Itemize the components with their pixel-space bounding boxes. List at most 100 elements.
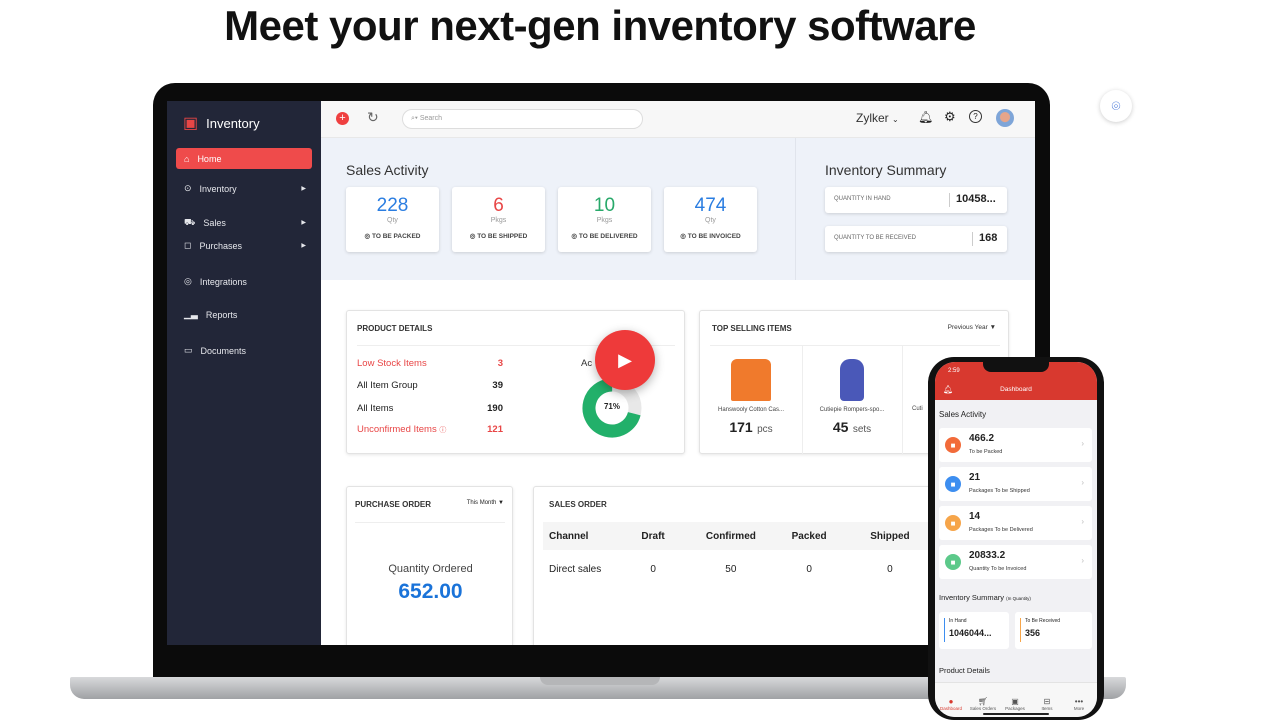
history-icon[interactable]: ↻ bbox=[367, 109, 379, 126]
card-unit: Pkgs bbox=[490, 217, 507, 224]
item-name: Hanswooly Cotton Cas... bbox=[717, 407, 785, 413]
folder-icon: ▭ bbox=[184, 345, 193, 355]
period-dropdown[interactable]: This Month ▼ bbox=[467, 500, 504, 506]
card-label: To be Packed bbox=[969, 449, 1003, 455]
caret-down-icon: ▼ bbox=[498, 500, 504, 506]
item-unit: pcs bbox=[757, 424, 773, 435]
org-switcher[interactable]: Zylker ⌄ bbox=[856, 111, 899, 125]
unconfirmed-row[interactable]: Unconfirmed Items ⓘ 121 bbox=[357, 424, 503, 435]
card-label: TO BE SHIPPED bbox=[477, 233, 528, 240]
panel-title: PURCHASE ORDER bbox=[355, 500, 432, 509]
avatar[interactable] bbox=[996, 109, 1014, 127]
item-unit: sets bbox=[852, 424, 872, 435]
box-icon: ■ bbox=[945, 437, 961, 453]
item-qty: 171 bbox=[729, 419, 753, 435]
chevron-right-icon: › bbox=[1081, 439, 1084, 448]
column-header: Confirmed bbox=[705, 530, 756, 542]
card-value: 14 bbox=[969, 511, 981, 522]
phone-screen: 2:59 🔔︎ Dashboard Sales Activity ■ 466.2… bbox=[935, 362, 1097, 717]
phone-title: Dashboard bbox=[1000, 386, 1032, 393]
label: To Be Received bbox=[1025, 618, 1061, 624]
card-label: TO BE DELIVERED bbox=[578, 233, 638, 240]
caret-right-icon: ▶ bbox=[301, 220, 306, 226]
label: In Hand bbox=[949, 618, 967, 624]
label: Purchases bbox=[199, 240, 243, 251]
label: Reports bbox=[205, 309, 238, 320]
phone-activity-card[interactable]: ■ 20833.2 Quantity To be Invoiced › bbox=[939, 545, 1092, 579]
card-label: TO BE INVOICED bbox=[687, 233, 741, 240]
label: Sales bbox=[203, 217, 226, 228]
cell: 0 bbox=[650, 563, 656, 575]
sidebar-item-sales[interactable]: ⛟ Sales ▶ bbox=[176, 212, 312, 233]
cell: Direct sales bbox=[549, 563, 602, 575]
sales-activity-card[interactable]: 474 Qty ◎ TO BE INVOICED bbox=[664, 187, 757, 252]
card-value: 228 bbox=[376, 195, 409, 216]
panel-title: PRODUCT DETAILS bbox=[357, 324, 433, 333]
top-item[interactable]: Hanswooly Cotton Cas... 171 pcs bbox=[700, 345, 802, 437]
sidebar-item-home[interactable]: ⌂ Home bbox=[176, 148, 312, 169]
quantity-in-hand[interactable]: QUANTITY IN HAND 10458... bbox=[825, 187, 1007, 213]
sidebar-item-purchases[interactable]: ◻ Purchases ▶ bbox=[176, 235, 312, 256]
sales-activity-card[interactable]: 228 Qty ◎ TO BE PACKED bbox=[346, 187, 439, 252]
tab-dashboard[interactable]: ● Dashboard bbox=[935, 697, 967, 711]
bell-icon[interactable]: 🔔︎ bbox=[918, 110, 933, 124]
label: QUANTITY IN HAND bbox=[834, 196, 891, 202]
panel-title: SALES ORDER bbox=[549, 500, 607, 509]
sales-activity-card[interactable]: 10 Pkgs ◎ TO BE DELIVERED bbox=[558, 187, 651, 252]
visual-search-icon[interactable]: ⌾ bbox=[1100, 90, 1132, 122]
chart-label: Ac bbox=[581, 358, 593, 369]
tab-sales-orders[interactable]: 🛒︎ Sales Orders bbox=[967, 697, 999, 711]
period-dropdown[interactable]: Previous Year ▼ bbox=[948, 324, 996, 331]
play-icon: ▶ bbox=[618, 349, 632, 370]
org-name: Zylker bbox=[856, 111, 889, 125]
sales-activity-card[interactable]: 6 Pkgs ◎ TO BE SHIPPED bbox=[452, 187, 545, 252]
item-group-row[interactable]: All Item Group 39 bbox=[357, 380, 503, 391]
chevron-right-icon: › bbox=[1081, 478, 1084, 487]
label: Documents bbox=[200, 345, 247, 356]
sweater-image bbox=[731, 359, 771, 401]
sidebar-item-integrations[interactable]: ◎ Integrations bbox=[176, 271, 312, 292]
truck-icon: ■ bbox=[945, 476, 961, 492]
top-item[interactable]: Cutiepie Rompers-spo... 45 sets bbox=[802, 345, 902, 437]
phone-activity-card[interactable]: ■ 14 Packages To be Delivered › bbox=[939, 506, 1092, 540]
play-video-button[interactable]: ▶ bbox=[595, 330, 655, 390]
gear-icon[interactable]: ⚙ bbox=[944, 109, 956, 125]
sidebar-item-reports[interactable]: ▁▃ Reports bbox=[176, 304, 312, 325]
item-qty: 45 bbox=[832, 419, 849, 435]
label: Integrations bbox=[199, 276, 247, 287]
column-header: Channel bbox=[549, 530, 589, 542]
label: QUANTITY TO BE RECEIVED bbox=[834, 235, 917, 241]
to-be-received-card[interactable]: To Be Received 356 bbox=[1015, 612, 1092, 649]
tab-more[interactable]: ••• More bbox=[1063, 697, 1095, 711]
phone-activity-card[interactable]: ■ 466.2 To be Packed › bbox=[939, 428, 1092, 462]
tab-packages[interactable]: ▣ Packages bbox=[999, 697, 1031, 711]
low-stock-row[interactable]: Low Stock Items 3 bbox=[357, 358, 503, 369]
tab-items[interactable]: ⊟ Items bbox=[1031, 697, 1063, 711]
bag-icon: ◻ bbox=[184, 240, 192, 250]
sales-order-panel: SALES ORDER Channel Draft Confirmed Pack… bbox=[533, 486, 953, 645]
caret-right-icon: ▶ bbox=[301, 186, 306, 192]
add-button[interactable]: + bbox=[336, 112, 349, 125]
chevron-right-icon: › bbox=[1081, 517, 1084, 526]
check-circle-icon: ◎ bbox=[364, 233, 371, 240]
all-items-row[interactable]: All Items 190 bbox=[357, 403, 503, 414]
period-value: Previous Year bbox=[947, 324, 988, 331]
card-value: 20833.2 bbox=[969, 550, 1006, 561]
card-unit: Qty bbox=[705, 217, 716, 224]
invoice-icon: ■ bbox=[945, 554, 961, 570]
help-icon[interactable]: ? bbox=[969, 110, 982, 123]
search-input[interactable]: ⌕▾ Search bbox=[402, 109, 643, 129]
value: 10458... bbox=[949, 193, 996, 207]
phone-activity-card[interactable]: ■ 21 Packages To be Shipped › bbox=[939, 467, 1092, 501]
quantity-to-be-received[interactable]: QUANTITY TO BE RECEIVED 168 bbox=[825, 226, 1007, 252]
phone-frame: 2:59 🔔︎ Dashboard Sales Activity ■ 466.2… bbox=[928, 357, 1104, 720]
in-hand-card[interactable]: In Hand 1046044... bbox=[939, 612, 1009, 649]
card-label: Packages To be Delivered bbox=[969, 527, 1033, 533]
sidebar-item-inventory[interactable]: ⊙ Inventory ▶ bbox=[176, 178, 312, 199]
phone-tab-bar: ● Dashboard 🛒︎ Sales Orders ▣ Packages ⊟ Ite… bbox=[935, 682, 1097, 717]
sidebar-item-documents[interactable]: ▭ Documents bbox=[176, 340, 312, 361]
cell: 0 bbox=[806, 563, 812, 575]
card-unit: Qty bbox=[387, 217, 398, 224]
check-circle-icon: ◎ bbox=[680, 233, 686, 240]
table-row[interactable]: Direct sales 0 50 0 0 bbox=[543, 550, 943, 588]
